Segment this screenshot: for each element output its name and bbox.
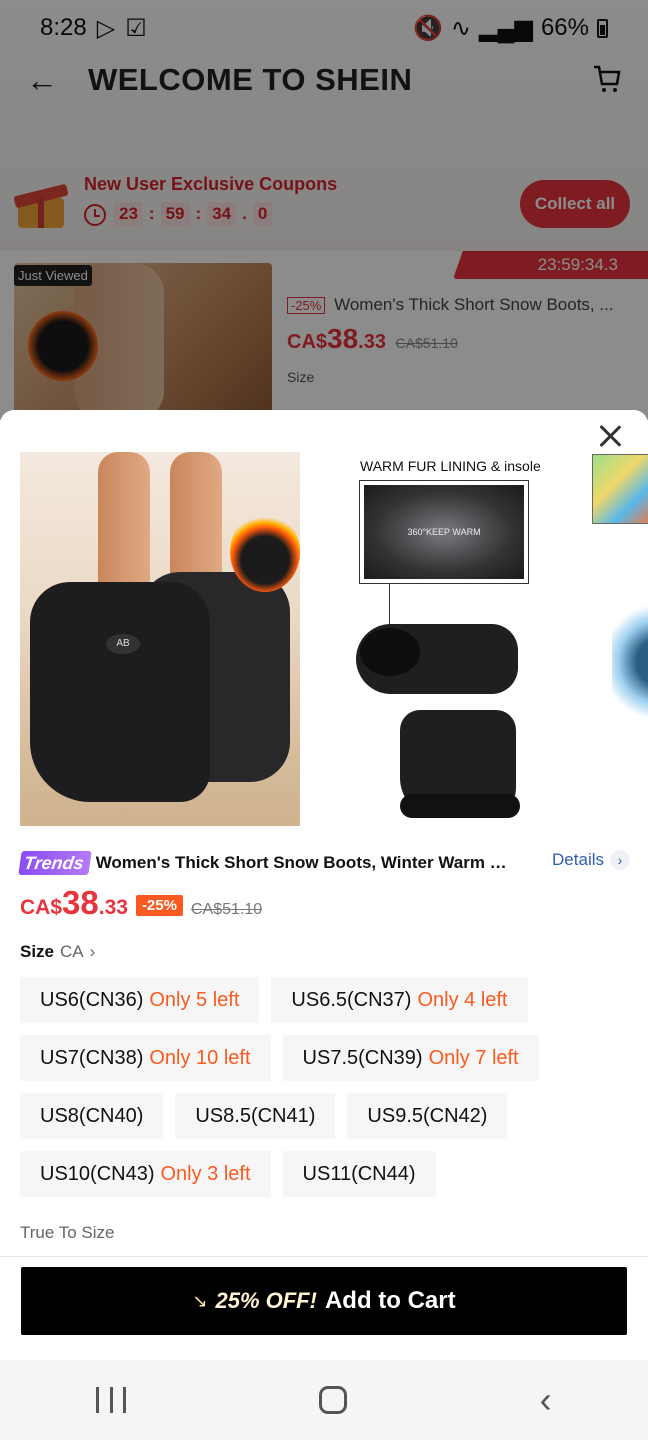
product-title-row: Trends Women's Thick Short Snow Boots, W… <box>18 850 630 876</box>
image-gallery[interactable]: AB WARM FUR LINING & insole 360°KEEP WAR… <box>0 452 648 827</box>
size-value: US6.5(CN37) <box>291 988 412 1011</box>
modal-scrim[interactable] <box>0 0 648 420</box>
product-photo-waterproof[interactable] <box>612 582 648 742</box>
size-option[interactable]: US6.5(CN37) Only 4 left <box>271 977 528 1023</box>
size-header[interactable]: Size CA › <box>20 942 95 962</box>
size-value: US6(CN36) <box>40 988 144 1011</box>
size-option[interactable]: US11(CN44) <box>282 1151 436 1197</box>
size-row: US10(CN43) Only 3 left US11(CN44) <box>20 1151 630 1197</box>
keep-warm-label: 360°KEEP WARM <box>364 485 524 579</box>
stock-note: Only 5 left <box>149 988 240 1011</box>
original-price: CA$51.10 <box>190 901 263 918</box>
lining-closeup: 360°KEEP WARM <box>359 480 529 584</box>
home-icon[interactable] <box>318 1386 347 1414</box>
price-decimal: .33 <box>98 896 128 919</box>
price-row: CA$ 38 .33 -25% CA$51.10 <box>20 884 262 922</box>
size-option[interactable]: US9.5(CN42) <box>347 1093 508 1139</box>
product-photo-main[interactable]: AB <box>20 452 300 826</box>
chevron-right-icon: › <box>610 850 630 870</box>
size-row: US8(CN40) US8.5(CN41) US9.5(CN42) <box>20 1093 630 1139</box>
size-option[interactable]: US6(CN36) Only 5 left <box>20 977 260 1023</box>
product-photo-lining[interactable]: WARM FUR LINING & insole 360°KEEP WARM <box>350 452 570 826</box>
stock-note: Only 3 left <box>160 1162 251 1185</box>
fit-note: True To Size <box>20 1223 115 1242</box>
product-photo-layers[interactable] <box>592 454 648 524</box>
stock-note: Only 7 left <box>428 1046 519 1069</box>
details-link[interactable]: Details › <box>552 850 630 870</box>
stock-note: Only 10 left <box>149 1046 251 1069</box>
cta-promo: 25% OFF! <box>215 1288 317 1313</box>
size-options: US6(CN36) Only 5 left US6.5(CN37) Only 4… <box>20 977 630 1209</box>
price-integer: 38 <box>62 884 99 921</box>
warm-fur-fire-graphic <box>230 512 300 592</box>
size-option[interactable]: US10(CN43) Only 3 left <box>20 1151 271 1197</box>
price-currency: CA$ <box>20 896 63 919</box>
trends-badge: Trends <box>18 851 92 875</box>
size-option[interactable]: US8(CN40) <box>20 1093 164 1139</box>
size-option[interactable]: US8.5(CN41) <box>175 1093 336 1139</box>
chevron-right-icon: › <box>89 942 96 961</box>
size-value: US7(CN38) <box>40 1046 144 1069</box>
size-option[interactable]: US7(CN38) Only 10 left <box>20 1035 271 1081</box>
lining-caption: WARM FUR LINING & insole <box>360 458 541 474</box>
details-label: Details <box>552 850 604 869</box>
discount-badge: -25% <box>135 895 183 916</box>
size-value: US8.5(CN41) <box>195 1104 316 1127</box>
boot-side-image <box>356 624 518 694</box>
boot-logo: AB <box>106 634 140 654</box>
boot-front-image <box>400 710 520 818</box>
back-icon[interactable]: ‹ <box>540 1382 552 1418</box>
divider <box>0 1256 648 1257</box>
product-title: Women's Thick Short Snow Boots, Winter W… <box>95 853 516 872</box>
size-unit: CA <box>60 942 84 961</box>
size-option[interactable]: US7.5(CN39) Only 7 left <box>282 1035 539 1081</box>
add-to-cart-sheet: AB WARM FUR LINING & insole 360°KEEP WAR… <box>0 410 648 1360</box>
size-row: US7(CN38) Only 10 left US7.5(CN39) Only … <box>20 1035 630 1081</box>
cta-label: Add to Cart <box>324 1287 456 1314</box>
stock-note: Only 4 left <box>417 988 508 1011</box>
recent-apps-icon[interactable] <box>96 1387 127 1413</box>
size-value: US7.5(CN39) <box>302 1046 423 1069</box>
size-label: Size <box>20 942 55 961</box>
add-to-cart-button[interactable]: ↘ 25% OFF! Add to Cart <box>21 1267 627 1335</box>
size-value: US10(CN43) <box>40 1162 155 1185</box>
system-nav-bar: ‹ <box>0 1360 648 1440</box>
trend-down-icon: ↘ <box>192 1290 208 1311</box>
size-value: US9.5(CN42) <box>367 1104 488 1127</box>
size-value: US11(CN44) <box>302 1162 416 1185</box>
close-icon[interactable] <box>596 422 624 450</box>
size-row: US6(CN36) Only 5 left US6.5(CN37) Only 4… <box>20 977 630 1023</box>
size-value: US8(CN40) <box>40 1104 144 1127</box>
